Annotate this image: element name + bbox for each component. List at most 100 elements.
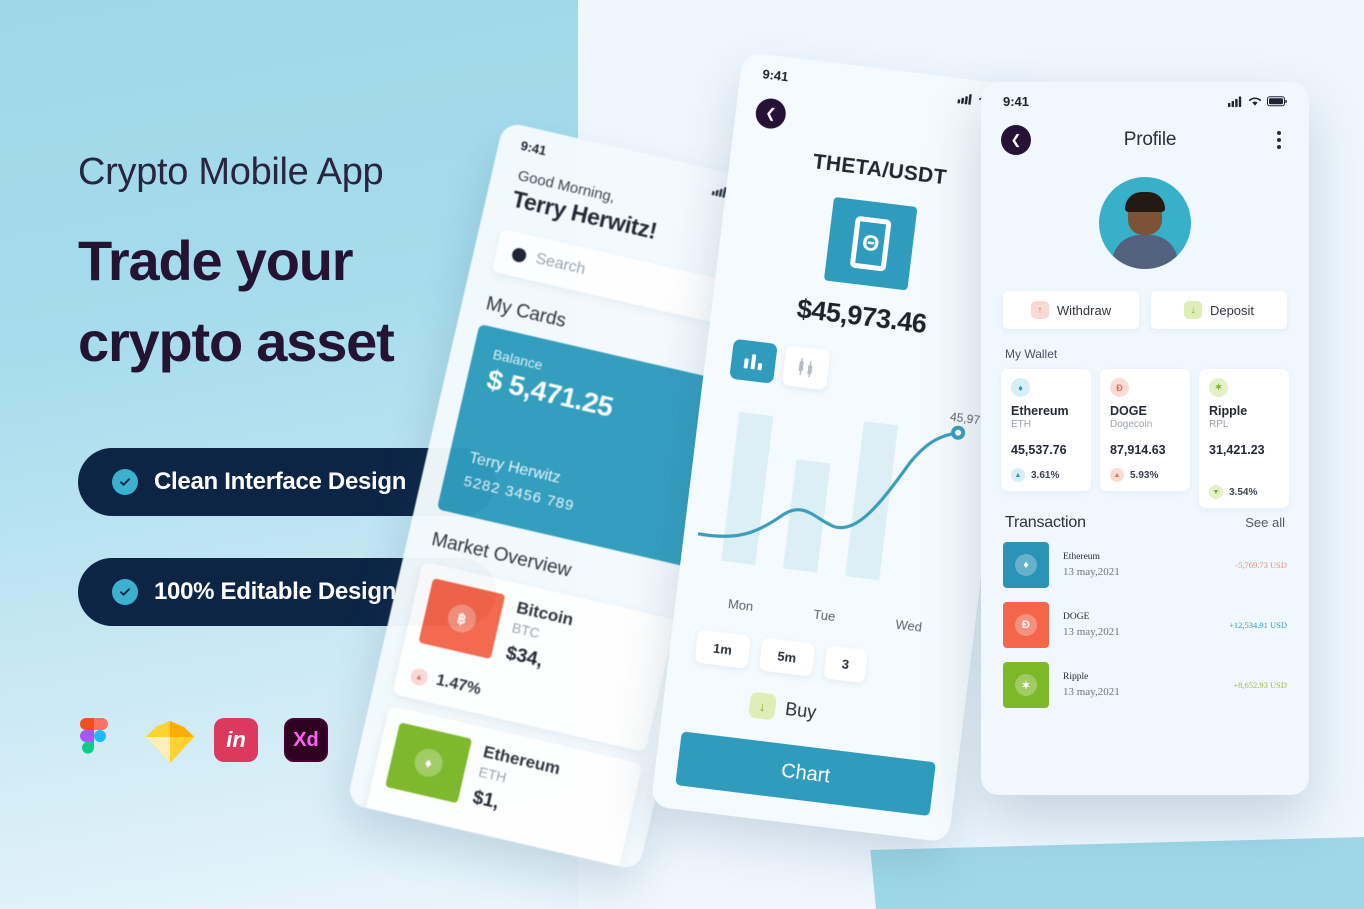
check-circle-icon — [112, 469, 138, 495]
wallet-coin-name: Ripple — [1209, 404, 1248, 418]
avatar-body — [1112, 235, 1178, 269]
back-arrow-icon[interactable]: ❮ — [1001, 125, 1031, 155]
ethereum-thumbnail: ♦ — [1003, 542, 1049, 588]
feature-pill-label: Clean Interface Design — [154, 468, 407, 495]
table-row[interactable]: ✶ Ripple 13 may,2021 +8,652.93 USD — [1003, 662, 1287, 708]
wallet-coin-amount: 45,537.76 — [1011, 443, 1067, 457]
tool-logo-list: in Xd — [74, 718, 332, 766]
adobe-xd-logo-icon: Xd — [284, 718, 332, 766]
wallet-coin-name: Ethereum — [1011, 404, 1069, 418]
ethereum-icon: ♦ — [411, 745, 446, 780]
transaction-list: ♦ Ethereum 13 may,2021 -5,769.73 USD Ð D… — [981, 542, 1309, 708]
my-wallet-heading: My Wallet — [1005, 347, 1058, 361]
wallet-coin-change: ▲ 5.93% — [1110, 468, 1181, 482]
status-time: 9:41 — [761, 66, 790, 85]
bar-chart-icon[interactable] — [729, 338, 778, 384]
wallet-actions: ↑ Withdraw ↓ Deposit — [981, 269, 1309, 329]
background-panel-bottom-right — [870, 837, 1364, 909]
ripple-thumbnail: ✶ — [1003, 662, 1049, 708]
transaction-info: Ethereum 13 may,2021 — [1063, 552, 1221, 578]
withdraw-button[interactable]: ↑ Withdraw — [1003, 291, 1139, 329]
deposit-label: Deposit — [1209, 302, 1255, 318]
ripple-icon: ✶ — [1015, 674, 1037, 696]
arrow-down-icon: ↓ — [748, 691, 778, 721]
check-circle-icon — [112, 579, 138, 605]
signal-icon — [1228, 96, 1242, 107]
signal-icon — [957, 94, 972, 105]
arrow-up-icon: ↑ — [1030, 301, 1049, 319]
page-eyebrow: Crypto Mobile App — [78, 151, 384, 193]
bitcoin-info: Bitcoin BTC $34, — [504, 598, 660, 697]
ethereum-icon: ♦ — [1011, 378, 1030, 397]
transaction-name: Ethereum — [1063, 552, 1100, 562]
arrow-down-icon: ↓ — [1183, 301, 1202, 319]
wallet-card-ripple[interactable]: ✶ Ripple RPL 31,421.23 ▼ 3.54% — [1199, 369, 1289, 508]
transaction-name: DOGE — [1063, 612, 1090, 622]
transaction-date: 13 may,2021 — [1063, 626, 1120, 638]
back-arrow-icon[interactable]: ❮ — [754, 96, 788, 131]
x-tick-mon: Mon — [727, 596, 755, 615]
transaction-amount: -5,769.73 USD — [1235, 560, 1287, 570]
range-chip-3[interactable]: 3 — [822, 645, 868, 684]
theta-icon: Θ — [849, 215, 892, 272]
dogecoin-thumbnail: Ð — [1003, 602, 1049, 648]
figma-logo-icon — [74, 718, 122, 766]
transaction-date: 13 may,2021 — [1063, 686, 1120, 698]
poster-canvas: Crypto Mobile App Trade your crypto asse… — [0, 0, 1364, 909]
search-placeholder: Search — [533, 250, 588, 279]
ethereum-info: Ethereum ETH $1, — [470, 742, 626, 841]
bitcoin-thumbnail: ฿ — [418, 578, 506, 660]
deposit-button[interactable]: ↓ Deposit — [1151, 291, 1287, 329]
arrow-up-icon: ▲ — [409, 666, 430, 687]
transaction-amount: +12,534.91 USD — [1229, 620, 1287, 630]
transaction-heading: Transaction — [1005, 514, 1086, 531]
invision-logo-label: in — [214, 718, 258, 762]
change-percent: 3.54% — [1229, 486, 1258, 498]
status-time: 9:41 — [1003, 94, 1030, 109]
phone-mockup-profile: 9:41 ❮ Profile ↑ Withdraw ↓ Deposit My W… — [981, 82, 1309, 795]
wallet-coin-amount: 87,914.63 — [1110, 443, 1166, 457]
x-tick-tue: Tue — [812, 606, 837, 625]
sketch-logo-icon — [144, 718, 194, 766]
see-all-link[interactable]: See all — [1245, 515, 1285, 530]
change-percent: 3.61% — [1031, 469, 1060, 481]
bitcoin-icon: ฿ — [445, 601, 479, 636]
transaction-section-header: Transaction See all — [981, 508, 1309, 542]
arrow-up-icon: ▲ — [1110, 468, 1124, 482]
wallet-coin-name: DOGE — [1110, 404, 1147, 418]
table-row[interactable]: Ð DOGE 13 may,2021 +12,534.91 USD — [1003, 602, 1287, 648]
feature-pill-label: 100% Editable Design — [154, 578, 397, 605]
profile-navbar: ❮ Profile — [981, 109, 1309, 159]
arrow-down-icon: ▼ — [1209, 485, 1223, 499]
dogecoin-icon: Ð — [1015, 614, 1037, 636]
adobe-xd-logo-label: Xd — [284, 718, 328, 762]
wallet-card-ethereum[interactable]: ♦ Ethereum ETH 45,537.76 ▲ 3.61% — [1001, 369, 1091, 491]
avatar[interactable] — [1099, 177, 1191, 269]
change-percent: 5.93% — [1130, 469, 1159, 481]
status-icons — [1228, 96, 1287, 107]
transaction-amount: +8,652.93 USD — [1233, 680, 1287, 690]
page-title: Profile — [1123, 129, 1177, 150]
price-chart[interactable]: 45,97 — [692, 387, 986, 619]
candlestick-chart-icon[interactable] — [781, 345, 831, 391]
wifi-icon — [1248, 97, 1262, 106]
x-tick-wed: Wed — [894, 616, 923, 635]
search-icon — [510, 246, 528, 264]
wallet-coin-change: ▼ 3.54% — [1209, 485, 1280, 499]
invision-logo-icon: in — [214, 718, 262, 766]
range-chip-5m[interactable]: 5m — [758, 637, 816, 677]
kebab-menu-icon[interactable] — [1269, 127, 1289, 153]
arrow-up-icon: ▲ — [1011, 468, 1025, 482]
wallet-coin-amount: 31,421.23 — [1209, 443, 1265, 457]
avatar-wrapper — [981, 177, 1309, 269]
range-chip-1m[interactable]: 1m — [694, 629, 751, 669]
wallet-card-doge[interactable]: Ð DOGE Dogecoin 87,914.63 ▲ 5.93% — [1100, 369, 1190, 491]
ethereum-icon: ♦ — [1015, 554, 1037, 576]
wallet-coin-symbol: Dogecoin — [1110, 419, 1153, 430]
theta-coin-badge: Θ — [823, 196, 918, 291]
battery-icon — [1267, 96, 1287, 107]
table-row[interactable]: ♦ Ethereum 13 may,2021 -5,769.73 USD — [1003, 542, 1287, 588]
avatar-hair — [1125, 192, 1165, 212]
change-percent: 1.47% — [434, 671, 483, 699]
chart-cta-button[interactable]: Chart — [675, 731, 936, 817]
